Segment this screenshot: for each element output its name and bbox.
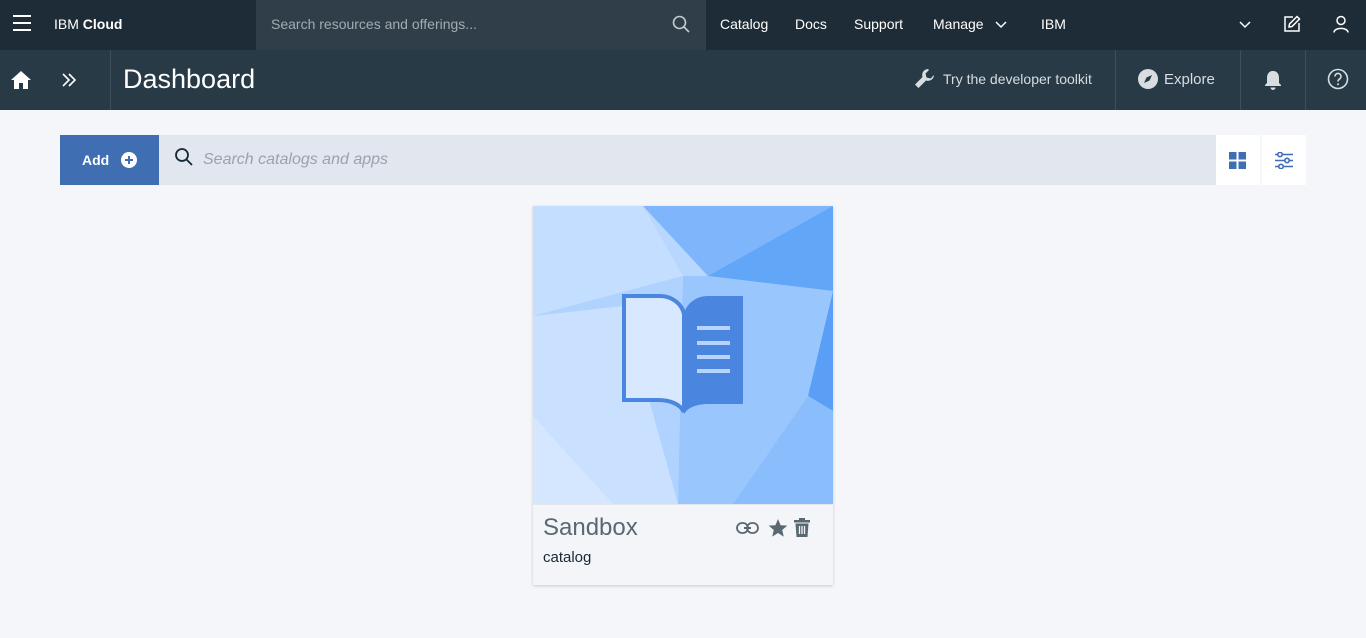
link-icon[interactable] [736,521,759,535]
book-icon [622,294,743,414]
nav-docs[interactable]: Docs [795,16,827,32]
catalog-search-bar [159,135,1216,185]
add-button-label: Add [82,152,110,168]
dashboard-header: Dashboard Try the developer toolkit Expl… [0,50,1366,110]
brand-name: Cloud [82,16,123,32]
developer-toolkit-link[interactable]: Try the developer toolkit [913,67,1092,96]
developer-toolkit-label: Try the developer toolkit [943,71,1092,87]
brand-logo[interactable]: IBM Cloud [54,16,122,32]
trash-icon[interactable] [794,518,810,537]
search-icon [175,148,193,166]
compass-icon [1138,69,1158,89]
header-divider [1305,50,1306,110]
nav-manage[interactable]: Manage [933,16,984,32]
header-divider [1115,50,1116,110]
user-icon[interactable] [1332,15,1350,33]
grid-view-button[interactable] [1216,135,1260,185]
home-icon[interactable] [10,70,32,90]
search-icon[interactable] [672,15,690,33]
explore-label: Explore [1164,71,1215,88]
header-divider [110,50,111,110]
sliders-icon [1275,152,1293,169]
chevron-down-icon[interactable] [995,19,1007,31]
top-bar: IBM Cloud Search resources and offerings… [0,0,1366,50]
catalog-card[interactable]: Sandbox catalog [533,206,833,585]
wrench-icon [915,69,934,88]
chevron-double-right-icon[interactable] [61,72,77,88]
add-button[interactable]: Add [60,135,159,185]
card-subtitle: catalog [543,549,592,566]
plus-circle-icon [121,152,137,168]
header-divider [1240,50,1241,110]
grid-icon [1229,152,1246,169]
bell-icon[interactable] [1263,69,1283,91]
global-search-placeholder: Search resources and offerings... [271,16,477,32]
nav-support[interactable]: Support [854,16,903,32]
catalog-search-input[interactable] [203,149,1183,171]
edit-icon[interactable] [1283,15,1301,33]
brand-prefix: IBM [54,16,79,32]
page-title: Dashboard [123,64,256,94]
card-footer: Sandbox catalog [533,504,833,585]
filter-settings-button[interactable] [1262,135,1306,185]
account-name[interactable]: IBM [1041,16,1066,32]
card-title: Sandbox [543,514,638,541]
card-artwork [533,206,833,504]
star-icon[interactable] [768,518,788,538]
account-chevron-down-icon[interactable] [1239,19,1251,31]
help-icon[interactable] [1327,68,1349,90]
menu-icon[interactable] [13,15,31,33]
explore-link[interactable]: Explore [1138,69,1215,94]
global-search-input[interactable]: Search resources and offerings... [256,0,706,50]
nav-catalog[interactable]: Catalog [720,16,768,32]
